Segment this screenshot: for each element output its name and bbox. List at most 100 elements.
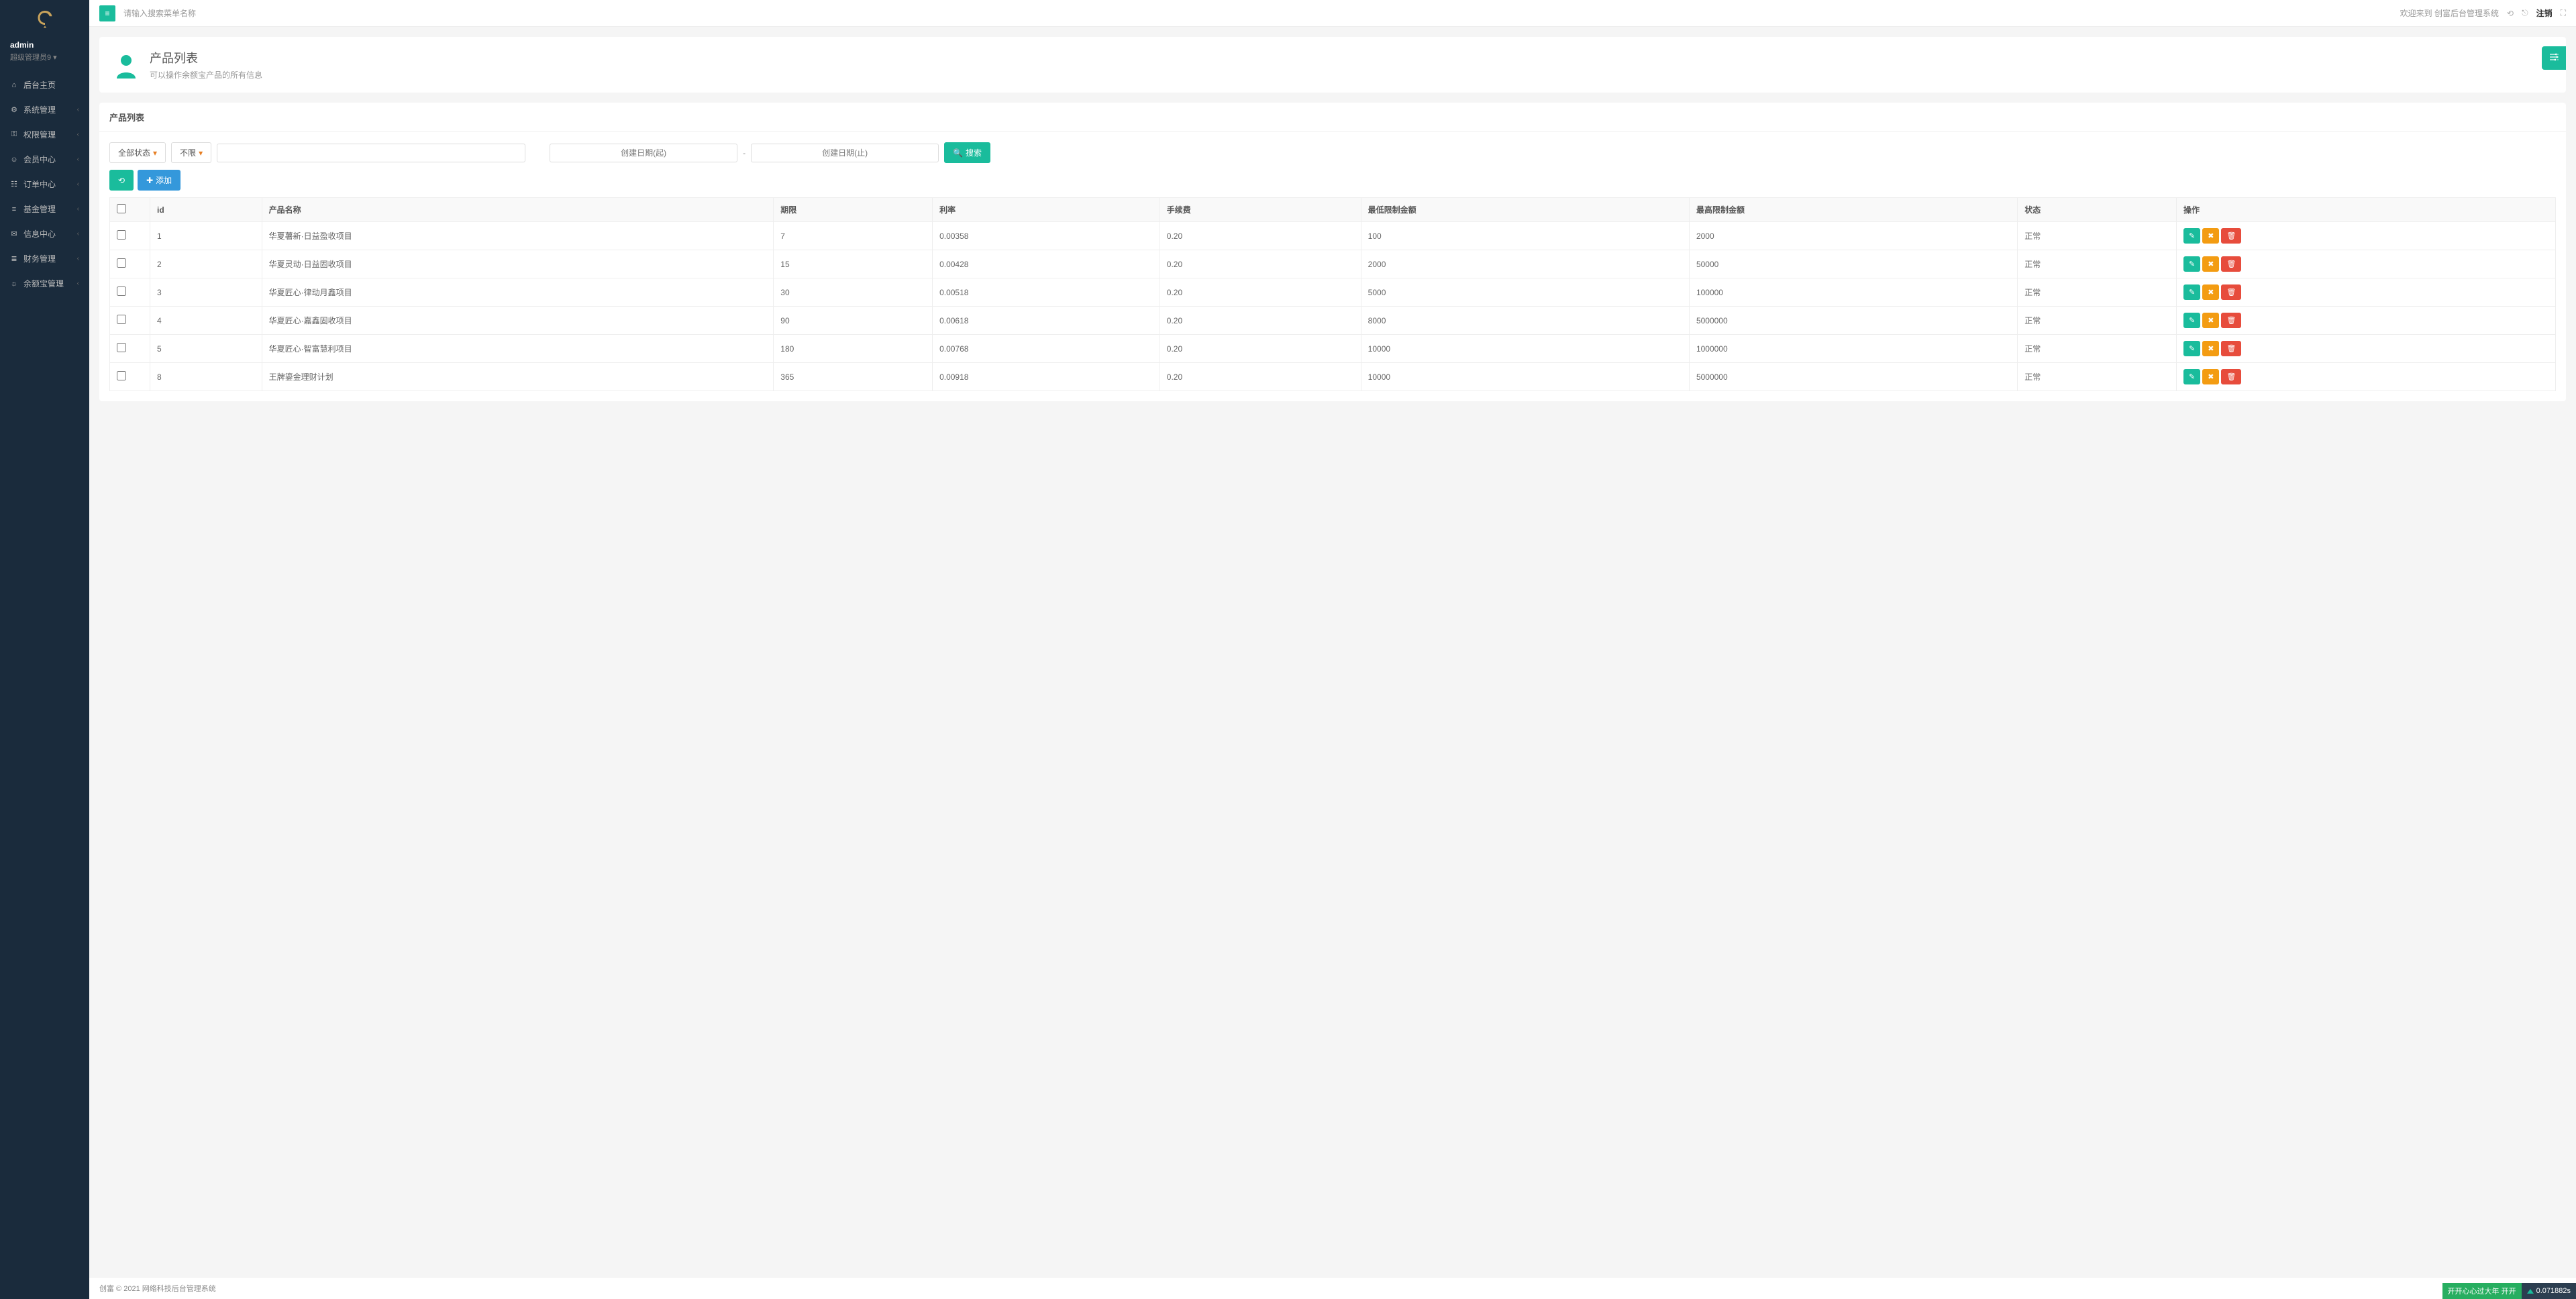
refresh-icon[interactable]: ⟲ <box>2507 9 2514 18</box>
disable-button[interactable]: ✖ <box>2202 313 2219 328</box>
keyword-input[interactable] <box>217 144 525 162</box>
welcome-text: 欢迎来到 创富后台管理系统 <box>2400 7 2499 19</box>
delete-button[interactable]: 🗑 <box>2221 369 2241 384</box>
refresh-button[interactable]: ⟲ <box>109 170 134 191</box>
nav-label: 余额宝管理 <box>23 278 64 289</box>
cell-max: 5000000 <box>1689 307 2017 335</box>
delete-button[interactable]: 🗑 <box>2221 256 2241 272</box>
disable-button[interactable]: ✖ <box>2202 256 2219 272</box>
perf-bar: 开开心心过大年 开开 0.071882s <box>2442 1283 2576 1299</box>
search-button[interactable]: 🔍搜索 <box>944 142 990 163</box>
row-checkbox[interactable] <box>117 371 126 380</box>
nav-label: 财务管理 <box>23 253 56 264</box>
col-ops: 操作 <box>2176 198 2555 222</box>
pencil-icon: ✎ <box>2189 372 2195 381</box>
search-hint[interactable]: 请输入搜索菜单名称 <box>123 7 196 19</box>
sidebar-item-1[interactable]: ⚙系统管理‹ <box>0 97 89 122</box>
sidebar-item-5[interactable]: ≡基金管理‹ <box>0 197 89 221</box>
logout-icon[interactable]: ⎋ <box>2522 8 2528 18</box>
edit-button[interactable]: ✎ <box>2183 256 2200 272</box>
row-checkbox[interactable] <box>117 258 126 268</box>
select-all-checkbox[interactable] <box>117 204 126 213</box>
cell-status: 正常 <box>2018 222 2177 250</box>
add-button[interactable]: ✚ 添加 <box>138 170 181 191</box>
table-row: 1华夏薯新·日益盈收项目70.003580.201002000正常✎✖🗑 <box>110 222 2556 250</box>
pencil-icon: ✎ <box>2189 316 2195 325</box>
date-to-input[interactable] <box>751 144 939 162</box>
table-row: 5华夏匠心·智富慧利项目1800.007680.20100001000000正常… <box>110 335 2556 363</box>
copyright: 创富 © 2021 网络科技后台管理系统 <box>99 1285 216 1293</box>
actions-bar: ⟲ ✚ 添加 <box>109 170 2556 191</box>
perf-time[interactable]: 0.071882s <box>2522 1283 2576 1299</box>
table-header-row: id 产品名称 期限 利率 手续费 最低限制金额 最高限制金额 状态 操作 <box>110 198 2556 222</box>
row-checkbox[interactable] <box>117 343 126 352</box>
user-role[interactable]: 超级管理员9 ▾ <box>10 54 57 62</box>
sidebar: admin 超级管理员9 ▾ ⌂后台主页⚙系统管理‹ ⚿ 权限管理 ‹ ☺会员中心‹☷订… <box>0 0 89 1299</box>
chevron-left-icon: ‹ <box>77 280 79 287</box>
row-checkbox[interactable] <box>117 230 126 240</box>
nav-label: 权限管理 <box>23 129 56 140</box>
fullscreen-icon[interactable]: ⛶ <box>2561 8 2566 18</box>
cell-id: 4 <box>150 307 262 335</box>
nav-icon: ☼ <box>10 280 18 288</box>
panel: 产品列表 全部状态 ▾ 不限 ▾ - 🔍搜索 ⟲ ✚ 添加 <box>99 103 2566 401</box>
menu-toggle-button[interactable]: ≡ <box>99 5 115 21</box>
plus-icon: ✚ <box>146 176 153 185</box>
pencil-icon: ✎ <box>2189 231 2195 240</box>
delete-button[interactable]: 🗑 <box>2221 228 2241 244</box>
disable-button[interactable]: ✖ <box>2202 369 2219 384</box>
delete-button[interactable]: 🗑 <box>2221 341 2241 356</box>
edit-button[interactable]: ✎ <box>2183 341 2200 356</box>
col-name: 产品名称 <box>262 198 774 222</box>
sidebar-item-4[interactable]: ☷订单中心‹ <box>0 172 89 197</box>
user-name: admin <box>10 40 79 50</box>
search-icon: 🔍 <box>953 148 963 158</box>
perf-tri-icon <box>2527 1289 2534 1294</box>
sidebar-item-3[interactable]: ☺会员中心‹ <box>0 147 89 172</box>
edit-button[interactable]: ✎ <box>2183 284 2200 300</box>
cell-fee: 0.20 <box>1160 307 1361 335</box>
cell-period: 365 <box>774 363 933 391</box>
chevron-left-icon: ‹ <box>77 255 79 262</box>
cell-fee: 0.20 <box>1160 250 1361 278</box>
nav-icon: ⚿ <box>10 130 18 139</box>
sidebar-item-7[interactable]: ≣ 财务管理 ‹ <box>0 246 89 271</box>
sidebar-item-8[interactable]: ☼ 余额宝管理 ‹ <box>0 271 89 296</box>
trash-icon: 🗑 <box>2226 372 2236 381</box>
edit-button[interactable]: ✎ <box>2183 369 2200 384</box>
topbar-left: ≡ 请输入搜索菜单名称 <box>99 5 196 21</box>
float-settings-button[interactable] <box>2542 46 2566 70</box>
chevron-left-icon: ‹ <box>77 180 79 188</box>
chevron-left-icon: ‹ <box>77 106 79 113</box>
limit-filter-dropdown[interactable]: 不限 ▾ <box>171 142 211 163</box>
cell-min: 100 <box>1361 222 1689 250</box>
disable-button[interactable]: ✖ <box>2202 284 2219 300</box>
date-from-input[interactable] <box>550 144 737 162</box>
row-checkbox[interactable] <box>117 287 126 296</box>
nav-icon: ≣ <box>10 254 18 263</box>
disable-button[interactable]: ✖ <box>2202 228 2219 244</box>
logout-link[interactable]: 注销 <box>2536 7 2553 19</box>
edit-button[interactable]: ✎ <box>2183 313 2200 328</box>
row-checkbox[interactable] <box>117 315 126 324</box>
sidebar-item-0[interactable]: ⌂后台主页 <box>0 72 89 97</box>
cell-min: 5000 <box>1361 278 1689 307</box>
cell-period: 30 <box>774 278 933 307</box>
nav-label: 会员中心 <box>23 154 56 165</box>
sidebar-item-6[interactable]: ✉信息中心‹ <box>0 221 89 246</box>
perf-message[interactable]: 开开心心过大年 开开 <box>2442 1283 2522 1299</box>
delete-button[interactable]: 🗑 <box>2221 284 2241 300</box>
disable-button[interactable]: ✖ <box>2202 341 2219 356</box>
nav-label: 基金管理 <box>23 203 56 215</box>
chevron-left-icon: ‹ <box>77 131 79 138</box>
delete-button[interactable]: 🗑 <box>2221 313 2241 328</box>
sidebar-item-2[interactable]: ⚿ 权限管理 ‹ <box>0 122 89 147</box>
content: 产品列表 可以操作余额宝产品的所有信息 产品列表 全部状态 ▾ 不限 ▾ - 🔍… <box>89 27 2576 411</box>
cell-name: 华夏匠心·律动月鑫项目 <box>262 278 774 307</box>
cell-fee: 0.20 <box>1160 335 1361 363</box>
edit-button[interactable]: ✎ <box>2183 228 2200 244</box>
status-filter-dropdown[interactable]: 全部状态 ▾ <box>109 142 166 163</box>
table-row: 4华夏匠心·嘉鑫固收项目900.006180.2080005000000正常✎✖… <box>110 307 2556 335</box>
cell-fee: 0.20 <box>1160 363 1361 391</box>
cell-status: 正常 <box>2018 250 2177 278</box>
